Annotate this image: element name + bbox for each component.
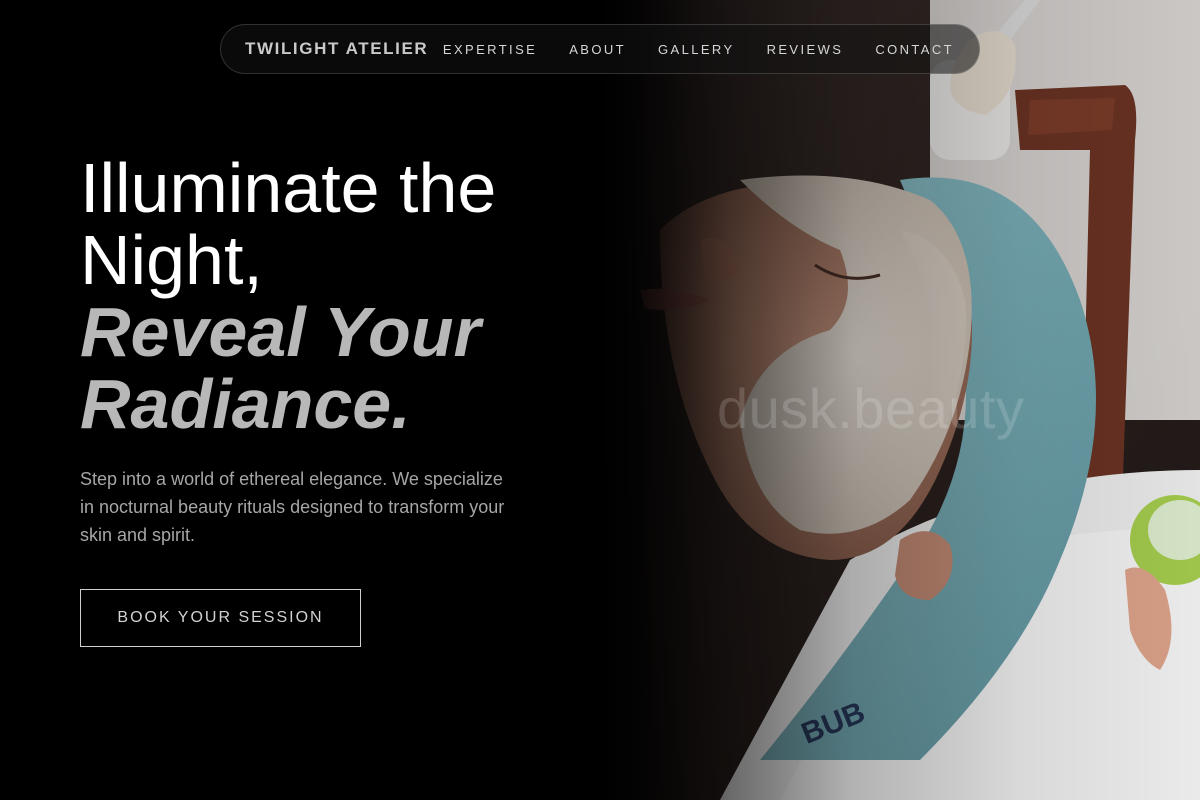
hero-description: Step into a world of ethereal elegance. … [80,469,505,545]
image-watermark: dusk.beauty [717,377,1025,440]
top-navigation: TWILIGHT ATELIER EXPERTISE ABOUT GALLERY… [220,24,980,74]
hero-headline: Illuminate the Night, Reveal Your Radian… [80,152,600,440]
headline-italic-line-2: Radiance. [80,365,411,443]
nav-link-gallery[interactable]: GALLERY [658,42,735,57]
headline-line-1: Illuminate the [80,149,497,227]
nav-link-expertise[interactable]: EXPERTISE [443,42,537,57]
nav-link-about[interactable]: ABOUT [569,42,626,57]
nav-link-reviews[interactable]: REVIEWS [767,42,844,57]
headline-italic-line-1: Reveal Your [80,293,481,371]
brand-logo[interactable]: TWILIGHT ATELIER [245,39,428,59]
nav-links: EXPERTISE ABOUT GALLERY REVIEWS CONTACT [443,42,954,57]
landing-page: BUB dusk.beauty TWILIGHT ATELIER EXPERTI… [0,0,1200,800]
nav-link-contact[interactable]: CONTACT [875,42,954,57]
headline-line-2: Night, [80,221,263,299]
book-session-button[interactable]: BOOK YOUR SESSION [80,589,361,647]
